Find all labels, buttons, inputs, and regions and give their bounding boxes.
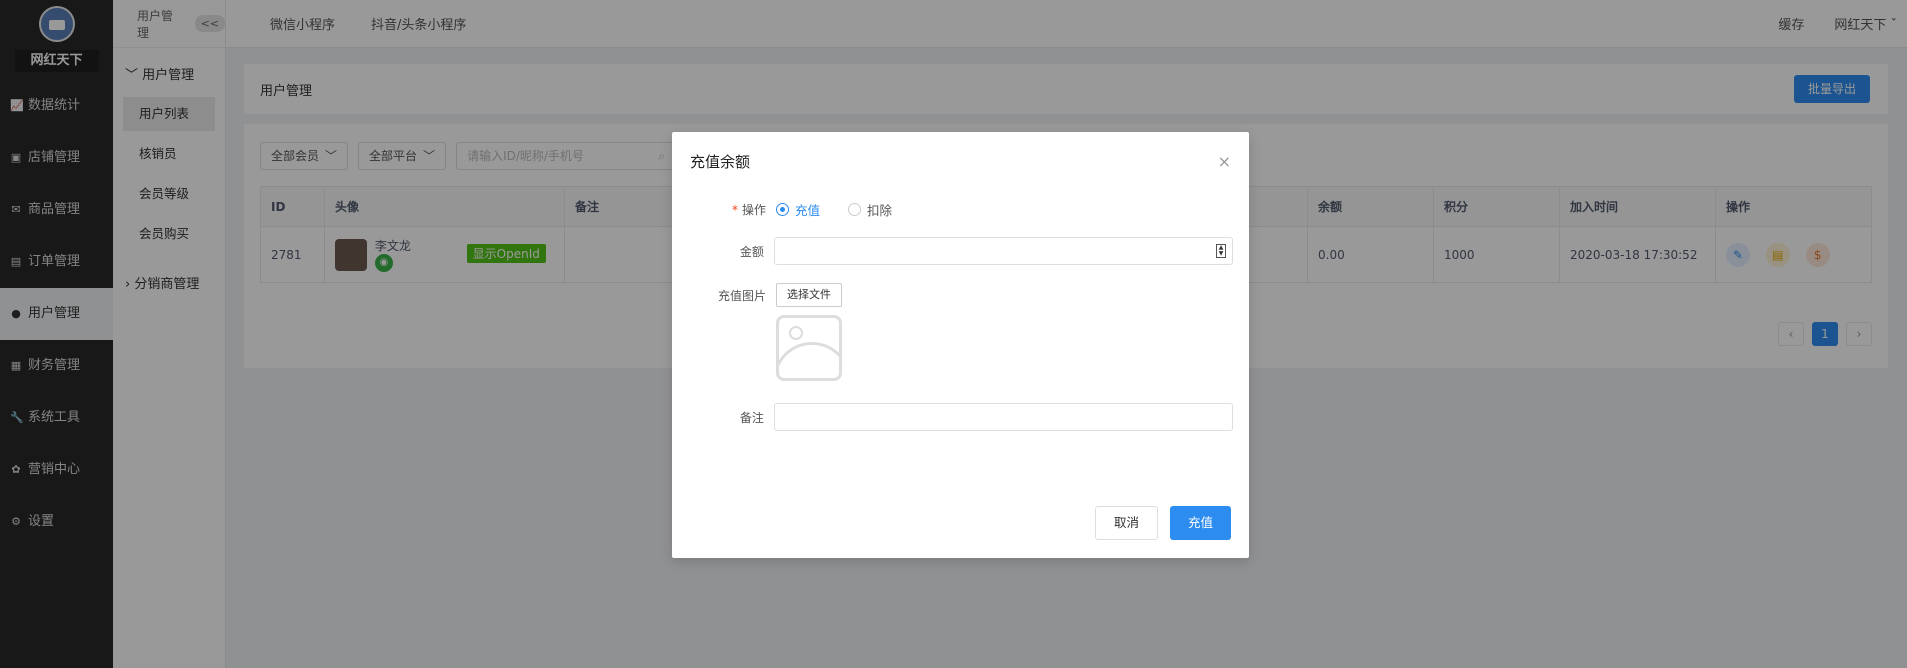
form-row-amount: 金额 ▲ ▼: [688, 237, 1233, 265]
image-label: 充值图片: [717, 289, 766, 303]
radio-deduct[interactable]: 扣除: [848, 200, 892, 219]
choose-file-button[interactable]: 选择文件: [776, 283, 842, 307]
amount-label: 金额: [739, 244, 764, 259]
radio-dot: [848, 203, 862, 216]
remark-input[interactable]: [773, 403, 1233, 431]
hill-shape: [779, 342, 839, 378]
image-placeholder-icon: [776, 315, 842, 381]
radio-dot: [776, 203, 789, 216]
amount-input[interactable]: ▲ ▼: [773, 237, 1233, 265]
modal-footer: 取消 充值: [1094, 506, 1231, 540]
form-row-image: 充值图片 选择文件: [688, 283, 1233, 381]
recharge-form: * 操作 充值 扣除 金额 ▲ ▼ 充值图片 选择文件 备注: [672, 200, 1249, 431]
modal-header: 充值余额 ×: [672, 132, 1249, 190]
recharge-modal: 充值余额 × * 操作 充值 扣除 金额 ▲ ▼ 充值图片 选择文件 备注 取消…: [672, 132, 1249, 558]
operation-label-text: 操作: [741, 203, 766, 217]
image-upload: 选择文件: [776, 283, 842, 381]
cancel-button[interactable]: 取消: [1094, 506, 1158, 540]
recharge-submit-button[interactable]: 充值: [1169, 506, 1231, 540]
form-row-remark: 备注: [688, 403, 1233, 431]
number-stepper-icon[interactable]: ▲ ▼: [1216, 244, 1226, 258]
remark-label: 备注: [739, 410, 764, 425]
radio-recharge-label: 充值: [795, 203, 821, 218]
radio-deduct-label: 扣除: [867, 203, 893, 218]
form-row-operation: * 操作 充值 扣除: [688, 200, 1233, 219]
operation-label: * 操作: [688, 201, 776, 218]
sun-shape: [789, 326, 803, 340]
close-icon[interactable]: ×: [1218, 152, 1231, 171]
required-mark: *: [731, 203, 738, 217]
radio-recharge[interactable]: 充值: [776, 200, 820, 219]
modal-title: 充值余额: [690, 152, 751, 171]
